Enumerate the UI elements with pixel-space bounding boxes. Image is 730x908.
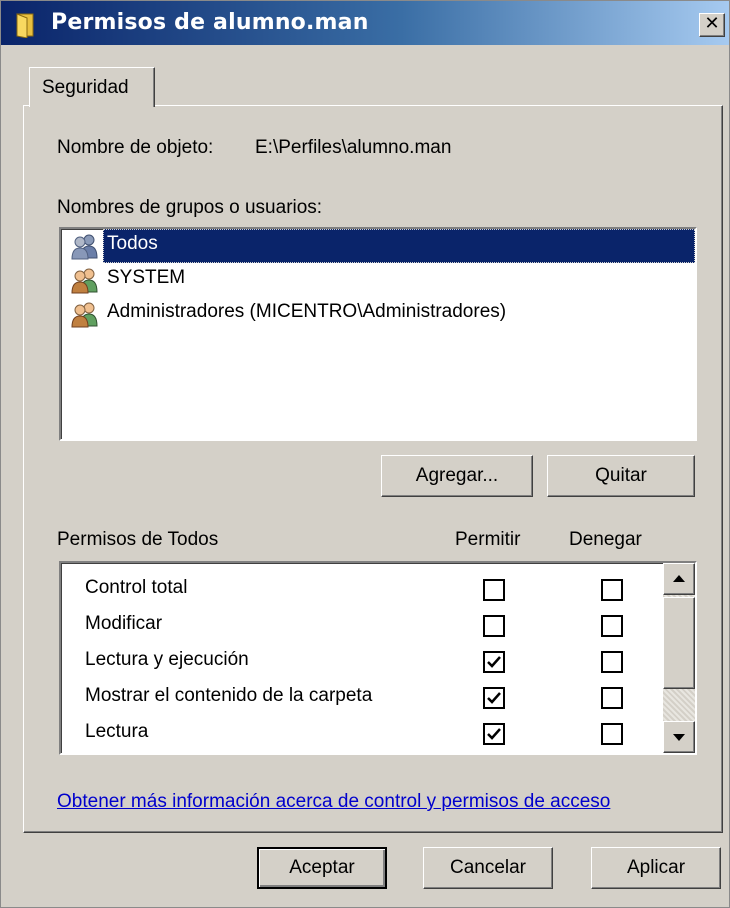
title-bar[interactable]: Permisos de alumno.man ✕ [1, 1, 729, 45]
allow-checkbox[interactable] [483, 651, 505, 673]
object-name-label: Nombre de objeto: [57, 137, 214, 158]
permission-row: Lectura [61, 715, 661, 751]
ok-button[interactable]: Aceptar [257, 847, 387, 889]
cancel-button[interactable]: Cancelar [423, 847, 553, 889]
checkmark-icon [487, 728, 501, 740]
apply-button[interactable]: Aplicar [591, 847, 721, 889]
list-item-label: Administradores (MICENTRO\Administradore… [107, 301, 507, 322]
list-item[interactable]: Administradores (MICENTRO\Administradore… [65, 297, 695, 331]
window-title: Permisos de alumno.man [51, 10, 369, 35]
arrow-down-icon [673, 734, 685, 741]
help-link[interactable]: Obtener más información acerca de contro… [57, 791, 610, 813]
deny-checkbox[interactable] [601, 687, 623, 709]
remove-button[interactable]: Quitar [547, 455, 695, 497]
close-button[interactable]: ✕ [699, 13, 725, 37]
permission-label: Control total [85, 577, 188, 598]
users-group-icon [71, 268, 98, 294]
tab-label: Seguridad [42, 77, 129, 98]
checkmark-icon [487, 656, 501, 668]
scroll-down-button[interactable] [663, 721, 695, 753]
list-item[interactable]: SYSTEM [65, 263, 695, 297]
groups-label: Nombres de grupos o usuarios: [57, 197, 323, 218]
users-group-icon [71, 234, 98, 260]
allow-checkbox[interactable] [483, 687, 505, 709]
groups-listbox[interactable]: Todos SYSTEM Administradores (MICENTRO\A… [59, 227, 697, 441]
list-item-label: Todos [105, 231, 160, 257]
permissions-list: Control total Modificar Lectura y ejecuc… [59, 561, 697, 755]
deny-checkbox[interactable] [601, 579, 623, 601]
allow-checkbox[interactable] [483, 579, 505, 601]
users-group-icon [71, 302, 98, 328]
deny-checkbox[interactable] [601, 651, 623, 673]
allow-checkbox[interactable] [483, 615, 505, 637]
tab-seguridad[interactable]: Seguridad [29, 67, 155, 107]
selection-highlight [103, 229, 695, 263]
permission-row: Lectura y ejecución [61, 643, 661, 679]
permissions-label: Permisos de Todos [57, 529, 219, 550]
permission-label: Lectura y ejecución [85, 649, 249, 670]
allow-column-header: Permitir [455, 529, 521, 550]
add-button[interactable]: Agregar... [381, 455, 533, 497]
allow-checkbox[interactable] [483, 723, 505, 745]
permissions-scrollbar[interactable] [663, 563, 695, 753]
object-name-value: E:\Perfiles\alumno.man [255, 137, 452, 158]
permission-row: Mostrar el contenido de la carpeta [61, 679, 661, 715]
list-item-label: SYSTEM [107, 267, 186, 288]
scroll-thumb[interactable] [663, 597, 695, 689]
permission-row: Control total [61, 571, 661, 607]
arrow-up-icon [673, 575, 685, 582]
list-item[interactable]: Todos [65, 229, 695, 263]
permission-label: Mostrar el contenido de la carpeta [85, 685, 373, 706]
scroll-up-button[interactable] [663, 563, 695, 595]
checkmark-icon [487, 692, 501, 704]
permission-label: Modificar [85, 613, 163, 634]
permission-row: Modificar [61, 607, 661, 643]
deny-checkbox[interactable] [601, 723, 623, 745]
permission-label: Lectura [85, 721, 149, 742]
deny-column-header: Denegar [569, 529, 642, 550]
deny-checkbox[interactable] [601, 615, 623, 637]
close-icon: ✕ [704, 13, 720, 34]
permissions-dialog: Permisos de alumno.man ✕ Seguridad Nombr… [0, 0, 730, 908]
folder-icon [16, 13, 34, 38]
